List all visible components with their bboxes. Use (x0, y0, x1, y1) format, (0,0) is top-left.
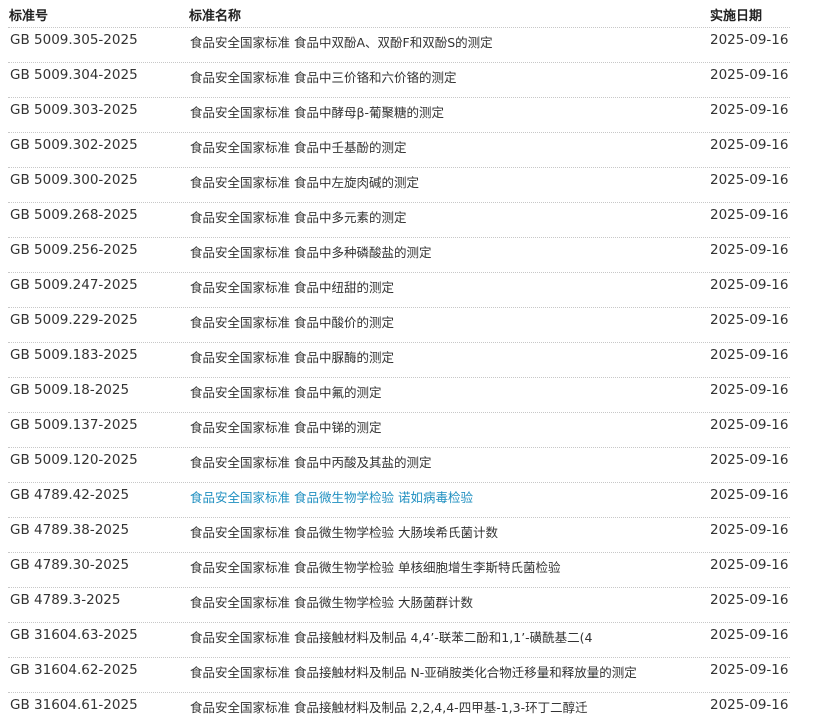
table-row: GB 4789.38-2025 食品安全国家标准 食品微生物学检验 大肠埃希氏菌计… (8, 518, 790, 553)
table-row: GB 5009.305-2025 食品安全国家标准 食品中双酚A、双酚F和双酚S的… (8, 28, 790, 63)
effective-date: 2025-09-16 (710, 347, 789, 363)
table-row: GB 31604.62-2025 食品安全国家标准 食品接触材料及制品 N-亚硝胺… (8, 658, 790, 693)
effective-date: 2025-09-16 (710, 557, 789, 573)
standard-name-link[interactable]: 食品安全国家标准 食品中纽甜的测定 (190, 277, 394, 296)
table-row: GB 5009.137-2025 食品安全国家标准 食品中锑的测定 2025-09-… (8, 413, 790, 448)
standard-code: GB 5009.256-2025 (10, 242, 138, 258)
effective-date: 2025-09-16 (710, 312, 789, 328)
standard-code: GB 5009.300-2025 (10, 172, 138, 188)
standard-name-link[interactable]: 食品安全国家标准 食品中酸价的测定 (190, 312, 394, 331)
standard-code: GB 31604.61-2025 (10, 697, 138, 713)
standard-code: GB 5009.302-2025 (10, 137, 138, 153)
standard-name-link[interactable]: 食品安全国家标准 食品接触材料及制品 2,2,4,4-四甲基-1,3-环丁二醇迁 (190, 697, 588, 716)
effective-date: 2025-09-16 (710, 102, 789, 118)
standard-code: GB 5009.305-2025 (10, 32, 138, 48)
table-body: GB 5009.305-2025 食品安全国家标准 食品中双酚A、双酚F和双酚S的… (0, 28, 820, 727)
effective-date: 2025-09-16 (710, 452, 789, 468)
effective-date: 2025-09-16 (710, 417, 789, 433)
standard-code: GB 4789.30-2025 (10, 557, 130, 573)
effective-date: 2025-09-16 (710, 592, 789, 608)
standard-name-link[interactable]: 食品安全国家标准 食品中多元素的测定 (190, 207, 406, 226)
standard-code: GB 5009.229-2025 (10, 312, 138, 328)
table-row: GB 5009.300-2025 食品安全国家标准 食品中左旋肉碱的测定 2025-… (8, 168, 790, 203)
standard-name-link[interactable]: 食品安全国家标准 食品接触材料及制品 4,4’-联苯二酚和1,1’-磺酰基二(4 (190, 627, 593, 646)
standard-code: GB 31604.62-2025 (10, 662, 138, 678)
effective-date: 2025-09-16 (710, 697, 789, 713)
table-row: GB 5009.183-2025 食品安全国家标准 食品中脲酶的测定 2025-09… (8, 343, 790, 378)
standard-name-link[interactable]: 食品安全国家标准 食品中锑的测定 (190, 417, 381, 436)
standard-name-link[interactable]: 食品安全国家标准 食品中三价铬和六价铬的测定 (190, 67, 456, 86)
table-row: GB 5009.256-2025 食品安全国家标准 食品中多种磷酸盐的测定 2025… (8, 238, 790, 273)
table-row: GB 5009.229-2025 食品安全国家标准 食品中酸价的测定 2025-09… (8, 308, 790, 343)
standard-name-link[interactable]: 食品安全国家标准 食品中氟的测定 (190, 382, 381, 401)
effective-date: 2025-09-16 (710, 277, 789, 293)
effective-date: 2025-09-16 (710, 137, 789, 153)
table-row: GB 5009.247-2025 食品安全国家标准 食品中纽甜的测定 2025-09… (8, 273, 790, 308)
effective-date: 2025-09-16 (710, 67, 789, 83)
effective-date: 2025-09-16 (710, 627, 789, 643)
standard-code: GB 5009.303-2025 (10, 102, 138, 118)
table-row: GB 5009.18-2025 食品安全国家标准 食品中氟的测定 2025-09-1… (8, 378, 790, 413)
standard-code: GB 5009.120-2025 (10, 452, 138, 468)
effective-date: 2025-09-16 (710, 382, 789, 398)
table-row: GB 4789.30-2025 食品安全国家标准 食品微生物学检验 单核细胞增生李… (8, 553, 790, 588)
column-header-name: 标准名称 (189, 9, 242, 24)
standard-code: GB 5009.18-2025 (10, 382, 130, 398)
standard-name-link[interactable]: 食品安全国家标准 食品接触材料及制品 N-亚硝胺类化合物迁移量和释放量的测定 (190, 662, 637, 681)
table-row: GB 5009.304-2025 食品安全国家标准 食品中三价铬和六价铬的测定 20… (8, 63, 790, 98)
standard-code: GB 5009.304-2025 (10, 67, 138, 83)
standard-name-link[interactable]: 食品安全国家标准 食品中双酚A、双酚F和双酚S的测定 (190, 32, 493, 51)
table-row: GB 31604.61-2025 食品安全国家标准 食品接触材料及制品 2,2,4… (8, 693, 790, 727)
table-header: 标准号 标准名称 实施日期 (8, 0, 790, 28)
standard-name-link[interactable]: 食品安全国家标准 食品中脲酶的测定 (190, 347, 394, 366)
effective-date: 2025-09-16 (710, 487, 789, 503)
table-row: GB 4789.42-2025 食品安全国家标准 食品微生物学检验 诺如病毒检验 2… (8, 483, 790, 518)
effective-date: 2025-09-16 (710, 662, 789, 678)
standard-code: GB 5009.247-2025 (10, 277, 138, 293)
standard-name-link[interactable]: 食品安全国家标准 食品中左旋肉碱的测定 (190, 172, 419, 191)
standard-name-link[interactable]: 食品安全国家标准 食品中多种磷酸盐的测定 (190, 242, 431, 261)
standard-code: GB 4789.3-2025 (10, 592, 121, 608)
table-row: GB 5009.303-2025 食品安全国家标准 食品中酵母β-葡聚糖的测定 20… (8, 98, 790, 133)
standard-code: GB 4789.38-2025 (10, 522, 130, 538)
standard-code: GB 5009.137-2025 (10, 417, 138, 433)
standard-code: GB 31604.63-2025 (10, 627, 138, 643)
standard-name-link[interactable]: 食品安全国家标准 食品微生物学检验 单核细胞增生李斯特氏菌检验 (190, 557, 560, 576)
standard-name-link[interactable]: 食品安全国家标准 食品微生物学检验 诺如病毒检验 (190, 487, 473, 506)
standard-name-link[interactable]: 食品安全国家标准 食品中丙酸及其盐的测定 (190, 452, 431, 471)
standard-name-link[interactable]: 食品安全国家标准 食品中壬基酚的测定 (190, 137, 406, 156)
standard-code: GB 4789.42-2025 (10, 487, 130, 503)
column-header-code: 标准号 (9, 9, 49, 24)
effective-date: 2025-09-16 (710, 32, 789, 48)
effective-date: 2025-09-16 (710, 207, 789, 223)
table-row: GB 5009.268-2025 食品安全国家标准 食品中多元素的测定 2025-0… (8, 203, 790, 238)
standard-name-link[interactable]: 食品安全国家标准 食品微生物学检验 大肠埃希氏菌计数 (190, 522, 498, 541)
table-row: GB 31604.63-2025 食品安全国家标准 食品接触材料及制品 4,4’-… (8, 623, 790, 658)
standard-name-link[interactable]: 食品安全国家标准 食品中酵母β-葡聚糖的测定 (190, 102, 444, 121)
standards-table: 标准号 标准名称 实施日期 GB 5009.305-2025 食品安全国家标准 食… (0, 0, 820, 727)
table-row: GB 5009.120-2025 食品安全国家标准 食品中丙酸及其盐的测定 2025… (8, 448, 790, 483)
effective-date: 2025-09-16 (710, 242, 789, 258)
table-row: GB 5009.302-2025 食品安全国家标准 食品中壬基酚的测定 2025-0… (8, 133, 790, 168)
table-row: GB 4789.3-2025 食品安全国家标准 食品微生物学检验 大肠菌群计数 20… (8, 588, 790, 623)
column-header-date: 实施日期 (710, 9, 763, 24)
standard-code: GB 5009.183-2025 (10, 347, 138, 363)
effective-date: 2025-09-16 (710, 172, 789, 188)
standard-code: GB 5009.268-2025 (10, 207, 138, 223)
effective-date: 2025-09-16 (710, 522, 789, 538)
standard-name-link[interactable]: 食品安全国家标准 食品微生物学检验 大肠菌群计数 (190, 592, 473, 611)
